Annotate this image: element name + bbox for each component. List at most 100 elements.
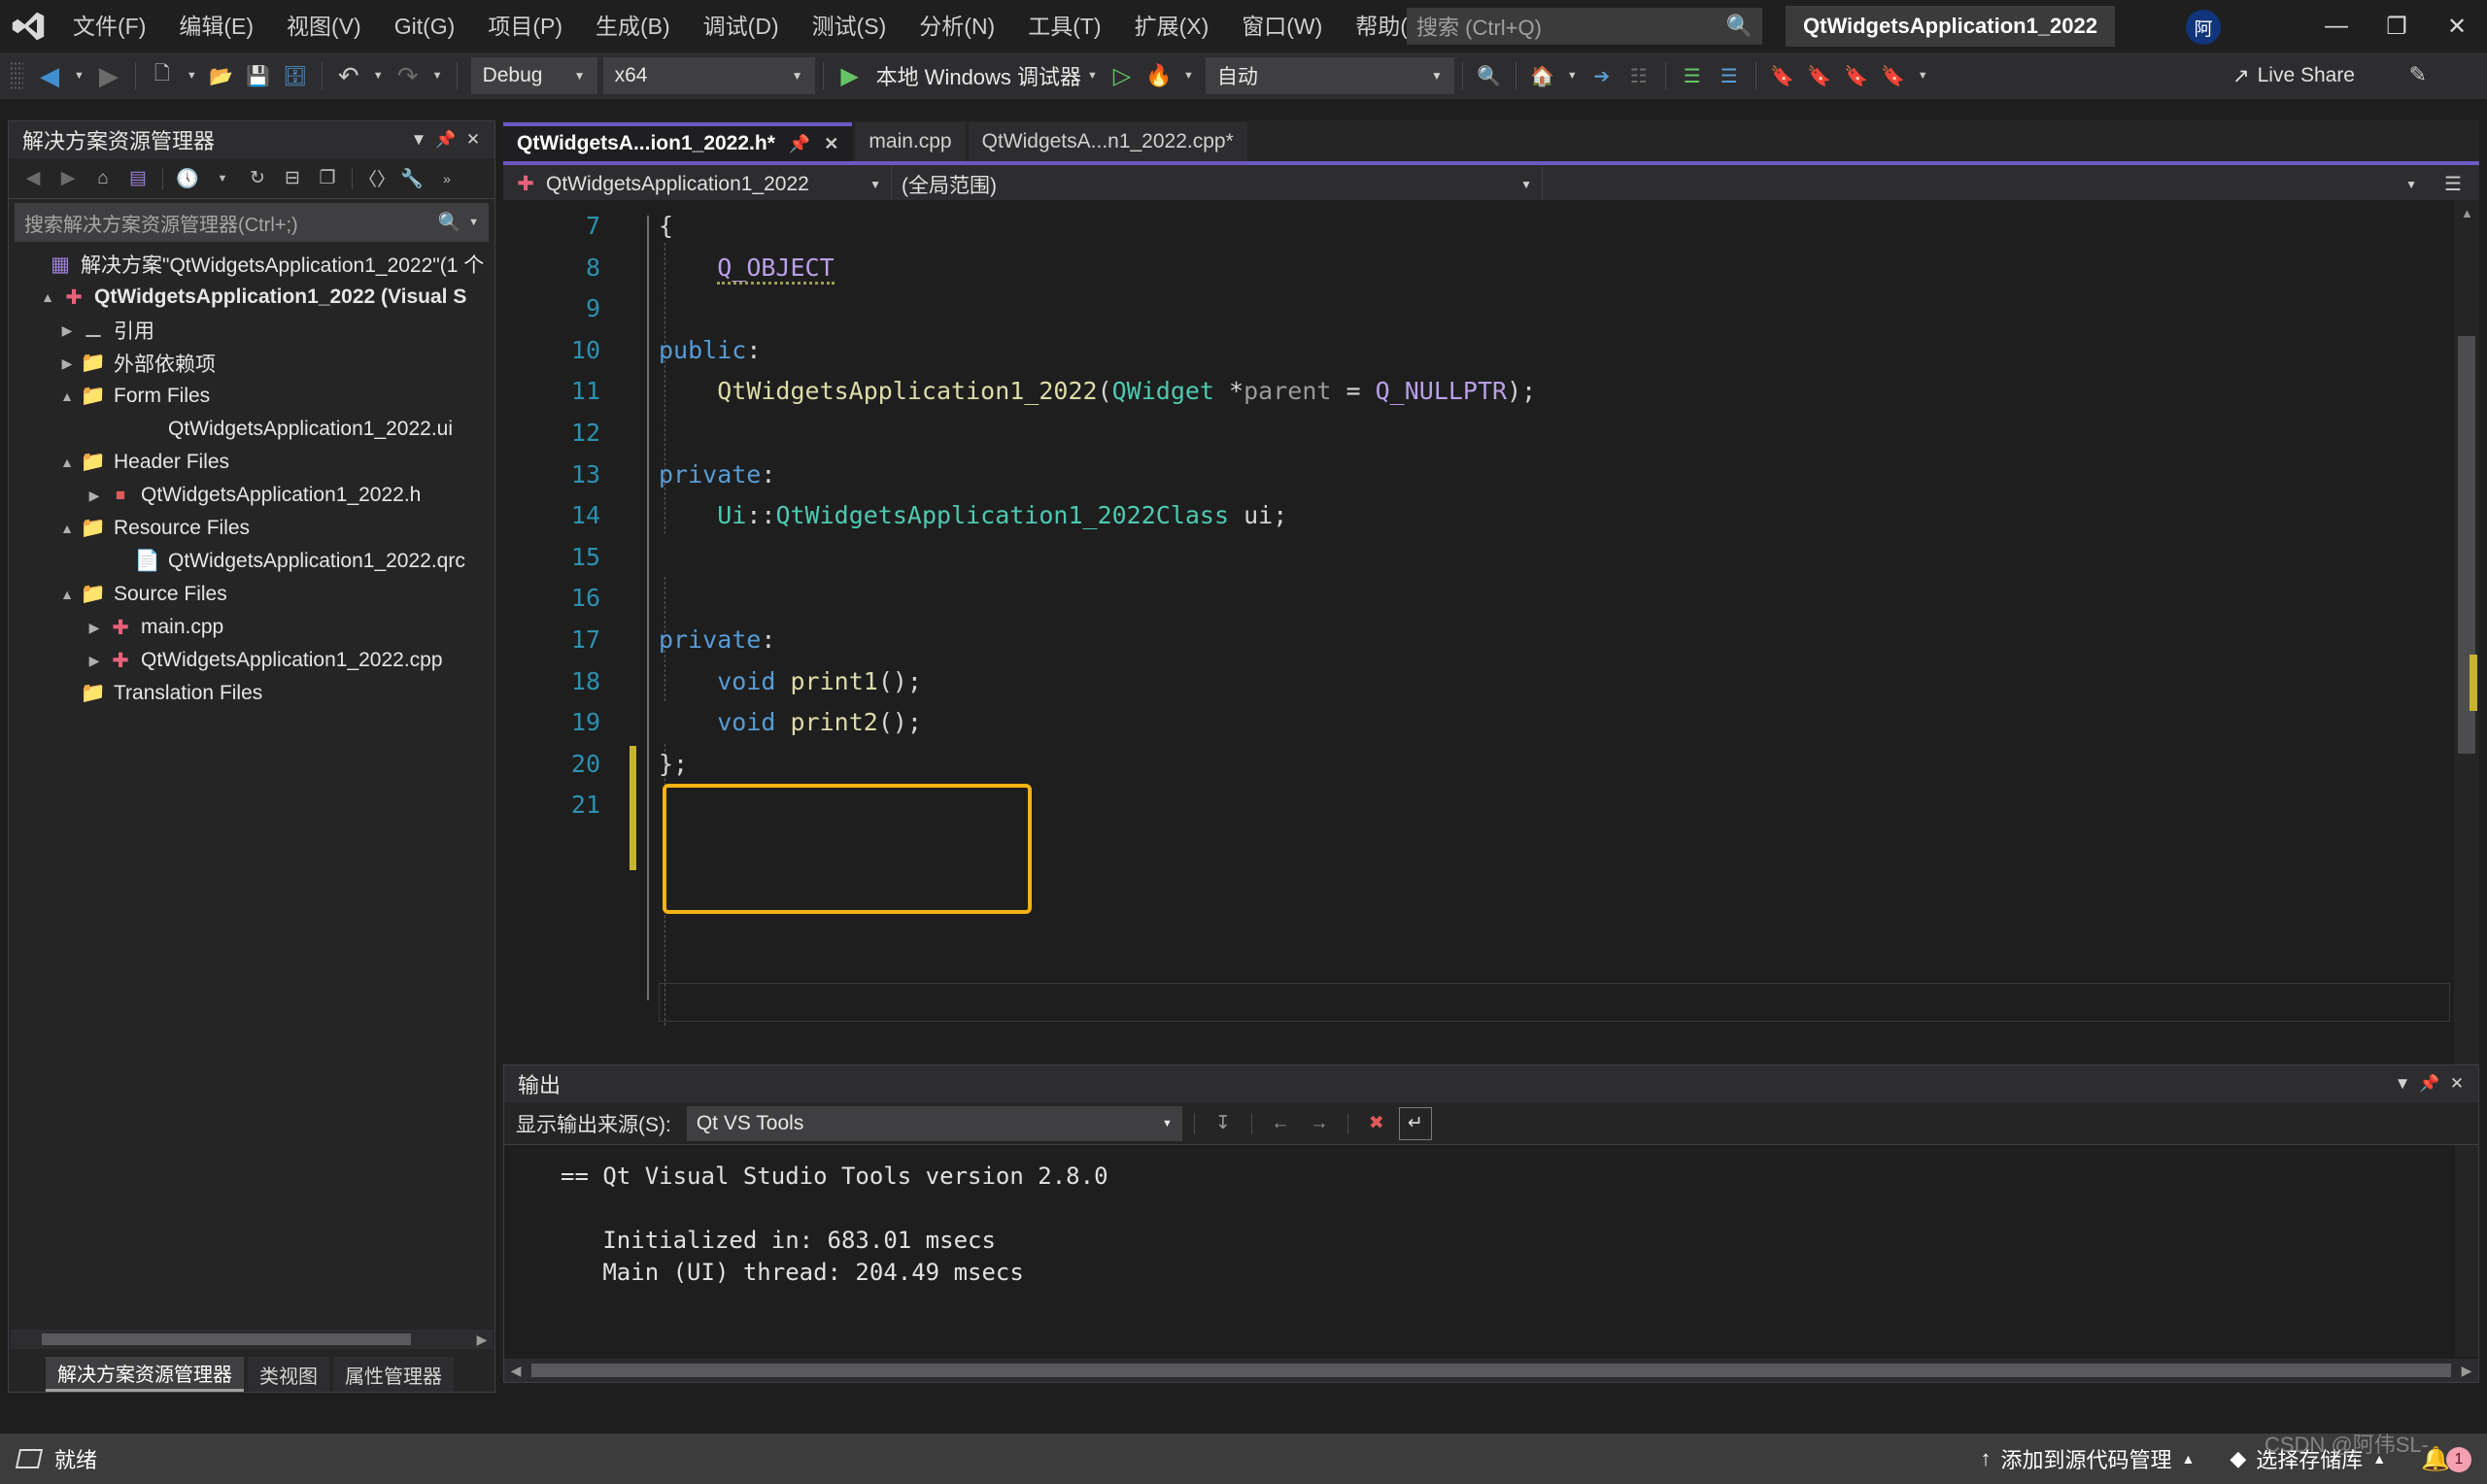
minimize-button[interactable]: —	[2306, 0, 2367, 52]
tree-item-header-files[interactable]: ▲ 📁 Header Files	[9, 446, 494, 479]
menu-window[interactable]: 窗口(W)	[1225, 0, 1339, 52]
forward-icon[interactable]: ▶	[51, 162, 85, 195]
split-editor-icon[interactable]: ☰	[2427, 172, 2479, 196]
toolbar-grip[interactable]	[10, 61, 23, 90]
new-project-icon[interactable]: 🗋	[144, 57, 181, 94]
twisty[interactable]: ▲	[55, 521, 79, 536]
menu-extensions[interactable]: 扩展(X)	[1118, 0, 1226, 52]
tree-item-main-cpp[interactable]: ▶ ✚ main.cpp	[9, 611, 494, 644]
hot-reload-dropdown-icon[interactable]: ▼	[1177, 70, 1200, 82]
compare-files-icon[interactable]: ☷	[1620, 57, 1657, 94]
global-search-box[interactable]: 搜索 (Ctrl+Q) 🔍	[1407, 8, 1762, 45]
next-bookmark-icon[interactable]: 🔖	[1838, 57, 1875, 94]
refresh-icon[interactable]: ↻	[241, 162, 274, 195]
previous-message-icon[interactable]: ←	[1264, 1107, 1297, 1140]
save-icon[interactable]: 💾	[240, 57, 277, 94]
output-source-combo[interactable]: Qt VS Tools ▼	[686, 1105, 1182, 1141]
menu-analyze[interactable]: 分析(N)	[903, 0, 1011, 52]
previous-bookmark-icon[interactable]: 🔖	[1801, 57, 1838, 94]
platform-combo[interactable]: x64 ▼	[602, 57, 815, 94]
output-vertical-scrollbar[interactable]	[2455, 1145, 2478, 1357]
twisty[interactable]: ▲	[55, 388, 79, 404]
twisty[interactable]: ▲	[36, 289, 59, 305]
back-icon[interactable]: ◀	[17, 162, 50, 195]
tree-item-app-cpp[interactable]: ▶ ✚ QtWidgetsApplication1_2022.cpp	[9, 644, 494, 677]
next-message-icon[interactable]: →	[1303, 1107, 1336, 1140]
new-project-dropdown-icon[interactable]: ▼	[181, 70, 203, 82]
editor-tab-main-cpp[interactable]: main.cpp	[855, 122, 966, 161]
undo-dropdown-icon[interactable]: ▼	[367, 70, 390, 82]
scrollbar-thumb[interactable]	[531, 1364, 2451, 1377]
menu-edit[interactable]: 编辑(E)	[162, 0, 270, 52]
undo-icon[interactable]: ↶	[330, 57, 367, 94]
clear-all-icon[interactable]: ✖	[1360, 1107, 1393, 1140]
tree-item-references[interactable]: ▶ ⚊ 引用	[9, 314, 494, 347]
twisty[interactable]: ▶	[83, 620, 106, 636]
home-icon[interactable]: ⌂	[86, 162, 119, 195]
editor-tab-header[interactable]: QtWidgetsA...ion1_2022.h* 📌 ✕	[503, 122, 853, 161]
solution-horizontal-scrollbar[interactable]: ▶	[11, 1330, 493, 1349]
save-all-icon[interactable]: 🗄	[277, 57, 314, 94]
run-debugger-label[interactable]: 本地 Windows 调试器	[869, 60, 1081, 91]
menu-tools[interactable]: 工具(T)	[1011, 0, 1117, 52]
view-code-icon[interactable]: 〈〉	[358, 162, 395, 195]
scrollbar-thumb[interactable]	[42, 1333, 411, 1345]
sync-with-editor-icon[interactable]: ▤	[121, 162, 154, 195]
tree-item-project[interactable]: ▲ ✚ QtWidgetsApplication1_2022 (Visual S	[9, 281, 494, 314]
solution-search-input[interactable]: 搜索解决方案资源管理器(Ctrl+;) 🔍 ▼	[15, 203, 489, 242]
caret-right-icon[interactable]: ▶	[2455, 1363, 2478, 1379]
home-window-icon[interactable]: 🏠	[1524, 57, 1561, 94]
twisty[interactable]: ▶	[55, 322, 79, 339]
tree-item-ui-file[interactable]: QtWidgetsApplication1_2022.ui	[9, 413, 494, 446]
maximize-button[interactable]: ❐	[2367, 0, 2427, 52]
caret-right-icon[interactable]: ▶	[471, 1332, 493, 1348]
chevron-down-icon[interactable]: ▼	[2389, 1074, 2416, 1094]
menu-build[interactable]: 生成(B)	[579, 0, 687, 52]
close-icon[interactable]: ✕	[824, 134, 838, 154]
pending-changes-dropdown-icon[interactable]: ▼	[206, 162, 239, 195]
pointer-select-icon[interactable]: ➔	[1584, 57, 1620, 94]
menu-git[interactable]: Git(G)	[378, 0, 472, 52]
home-window-dropdown-icon[interactable]: ▼	[1561, 70, 1584, 82]
tree-item-header-file[interactable]: ▶ ■ QtWidgetsApplication1_2022.h	[9, 479, 494, 512]
pin-icon[interactable]: 📌	[789, 134, 810, 154]
output-horizontal-scrollbar[interactable]: ◀ ▶	[504, 1359, 2478, 1382]
caret-left-icon[interactable]: ◀	[504, 1363, 528, 1379]
twisty[interactable]: ▶	[83, 653, 106, 669]
tree-item-solution[interactable]: ▦ 解决方案"QtWidgetsApplication1_2022"(1 个	[9, 248, 494, 281]
editor-tab-app-cpp[interactable]: QtWidgetsA...n1_2022.cpp*	[968, 122, 1247, 161]
redo-icon[interactable]: ↷	[390, 57, 426, 94]
list-green-icon[interactable]: ☰	[1674, 57, 1711, 94]
code-text[interactable]: 7{ 8 Q_OBJECT 9 10 public: 11 QtWidgetsAp…	[503, 200, 2479, 826]
nav-scope-combo[interactable]: (全局范围) ▼	[892, 165, 1543, 203]
feedback-icon[interactable]: ✎	[2409, 62, 2427, 87]
notifications-button[interactable]: 🔔 1	[2403, 1433, 2477, 1484]
open-file-icon[interactable]: 📂	[203, 57, 240, 94]
tree-item-translation-files[interactable]: 📁 Translation Files	[9, 677, 494, 710]
chevron-down-icon[interactable]: ▼	[405, 130, 432, 150]
auto-combo[interactable]: 自动 ▼	[1205, 57, 1454, 94]
find-in-files-icon[interactable]: 🔍	[1471, 57, 1508, 94]
show-all-files-icon[interactable]: ❐	[311, 162, 344, 195]
menu-test[interactable]: 测试(S)	[796, 0, 903, 52]
tab-property-manager[interactable]: 属性管理器	[333, 1357, 454, 1392]
avatar[interactable]: 阿	[2186, 10, 2221, 45]
navigate-back-dropdown-icon[interactable]: ▼	[68, 70, 90, 82]
close-icon[interactable]: ✕	[460, 130, 487, 150]
tree-item-resource-files[interactable]: ▲ 📁 Resource Files	[9, 512, 494, 545]
nav-member-combo[interactable]: ▼	[1543, 165, 2427, 203]
tree-item-qrc-file[interactable]: 📄 QtWidgetsApplication1_2022.qrc	[9, 545, 494, 578]
properties-icon[interactable]: 🔧	[395, 162, 428, 195]
close-button[interactable]: ✕	[2427, 0, 2487, 52]
pending-changes-icon[interactable]: 🕔	[171, 162, 204, 195]
run-dropdown-icon[interactable]: ▼	[1081, 70, 1104, 82]
live-share-button[interactable]: ↗ Live Share	[2232, 58, 2355, 93]
toolbar-overflow-icon[interactable]: ▼	[1912, 70, 1934, 82]
twisty[interactable]: ▲	[55, 455, 79, 470]
tab-solution-explorer[interactable]: 解决方案资源管理器	[46, 1357, 244, 1392]
add-to-source-control-button[interactable]: ↑ 添加到源代码管理 ▲	[1962, 1433, 2212, 1484]
twisty[interactable]: ▲	[55, 587, 79, 602]
collapse-all-icon[interactable]: ⊟	[276, 162, 309, 195]
menu-project[interactable]: 项目(P)	[471, 0, 579, 52]
tree-item-source-files[interactable]: ▲ 📁 Source Files	[9, 578, 494, 611]
